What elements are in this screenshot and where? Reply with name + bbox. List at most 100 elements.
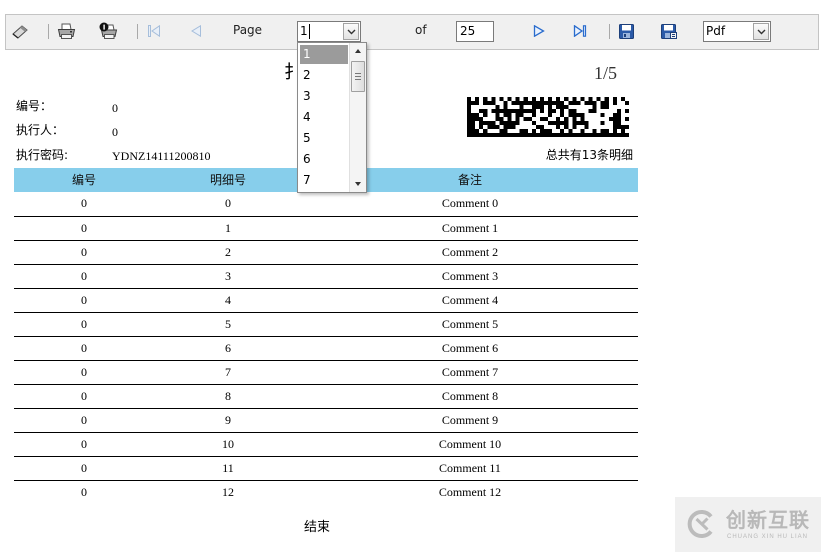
detail-number-cell: 12 [222, 485, 234, 499]
table-row: 0 0 Comment 0 [14, 192, 638, 216]
row-number-cell: 0 [81, 341, 87, 355]
page-option[interactable]: 5 [300, 129, 348, 148]
print-button[interactable] [57, 23, 76, 40]
barcode [467, 97, 629, 137]
row-number-cell: 0 [81, 437, 87, 451]
detail-number-cell: 2 [225, 245, 231, 259]
field-value-exec-code: YDNZ14111200810 [112, 149, 211, 163]
detail-number-cell: 10 [222, 437, 234, 451]
save-button[interactable] [619, 24, 634, 39]
page-select-dropdown: 1 2 3 4 5 6 7 [297, 42, 367, 193]
detail-count-summary: 总共有13条明细 [545, 148, 633, 162]
comment-cell: Comment 7 [441, 365, 499, 379]
row-number-cell: 0 [81, 269, 87, 283]
row-number-cell: 0 [81, 221, 87, 235]
header-number: 编号 [71, 173, 96, 187]
toolbar-separator [48, 24, 49, 39]
page-label: Page [233, 23, 263, 37]
edit-button[interactable] [11, 24, 29, 39]
watermark-subtitle: CHUANG XIN HU LIAN [727, 534, 809, 540]
detail-number-cell: 0 [225, 196, 231, 210]
last-page-button[interactable] [573, 25, 587, 37]
save-as-icon [661, 24, 677, 39]
comment-cell: Comment 8 [441, 389, 499, 403]
comment-cell: Comment 6 [441, 341, 499, 355]
next-page-icon [533, 25, 545, 37]
save-as-button[interactable] [661, 24, 677, 39]
detail-number-cell: 7 [225, 365, 231, 379]
detail-table-body: 0 0 Comment 0 0 1 Comment 1 0 2 Comment 2 0 3 Comme… [14, 192, 638, 504]
scrollbar-thumb[interactable] [351, 61, 365, 92]
table-row: 0 8 Comment 8 [14, 384, 638, 408]
row-number-cell: 0 [81, 485, 87, 499]
report-toolbar: Page 1 of 25 Pdf [5, 14, 819, 50]
next-page-button[interactable] [533, 25, 545, 37]
detail-number-cell: 5 [225, 317, 231, 331]
toolbar-separator [609, 24, 610, 39]
detail-number-cell: 6 [225, 341, 231, 355]
detail-number-cell: 1 [225, 221, 231, 235]
table-row: 0 10 Comment 10 [14, 432, 638, 456]
comment-cell: Comment 5 [441, 317, 499, 331]
page-option[interactable]: 1 [300, 45, 348, 64]
total-pages-value: 25 [460, 24, 476, 38]
comment-cell: Comment 2 [441, 245, 499, 259]
report-end-label: 结束 [303, 520, 330, 535]
previous-page-button[interactable] [190, 25, 202, 37]
page-option[interactable]: 2 [300, 66, 348, 85]
table-row: 0 1 Comment 1 [14, 216, 638, 240]
detail-number-cell: 9 [225, 413, 231, 427]
page-select-value: 1 [300, 24, 310, 39]
export-format-select[interactable]: Pdf [703, 21, 771, 42]
previous-page-icon [191, 25, 201, 37]
row-number-cell: 0 [81, 461, 87, 475]
field-value-executor: 0 [112, 125, 118, 139]
watermark-name: 创新互联 [726, 508, 810, 532]
comment-cell: Comment 4 [441, 293, 499, 307]
table-row: 0 4 Comment 4 [14, 288, 638, 312]
detail-number-cell: 3 [225, 269, 231, 283]
row-number-cell: 0 [81, 293, 87, 307]
of-label: of [415, 23, 427, 37]
page-select[interactable]: 1 [297, 21, 361, 42]
page-option[interactable]: 7 [300, 171, 348, 190]
table-row: 0 12 Comment 12 [14, 480, 638, 504]
page-select-arrow[interactable] [343, 23, 359, 40]
page-option[interactable]: 4 [300, 108, 348, 127]
detail-number-cell: 8 [225, 389, 231, 403]
comment-cell: Comment 0 [441, 196, 499, 210]
row-number-cell: 0 [81, 317, 87, 331]
table-row: 0 5 Comment 5 [14, 312, 638, 336]
row-number-cell: 0 [81, 413, 87, 427]
detail-table: 编号 明细号 备注 0 0 Comment 0 0 1 Comment 1 0 2 Commen… [14, 168, 638, 504]
row-number-cell: 0 [81, 245, 87, 259]
field-value-number: 0 [112, 101, 118, 115]
page-indicator: 1/5 [594, 63, 618, 83]
detail-number-cell: 4 [225, 293, 231, 307]
chevron-down-icon [757, 29, 765, 34]
total-pages-field: 25 [456, 21, 494, 42]
print-page-button[interactable] [99, 22, 118, 40]
first-page-button[interactable] [147, 25, 161, 37]
export-format-arrow[interactable] [753, 23, 769, 40]
printer-icon [57, 23, 76, 39]
toolbar-separator [137, 24, 138, 39]
print-page-icon [99, 22, 118, 39]
comment-cell: Comment 9 [441, 413, 499, 427]
table-row: 0 3 Comment 3 [14, 264, 638, 288]
scroll-down-button[interactable] [350, 177, 366, 191]
detail-number-cell: 11 [222, 461, 234, 475]
row-number-cell: 0 [81, 389, 87, 403]
page-option[interactable]: 3 [300, 87, 348, 106]
comment-cell: Comment 12 [438, 485, 502, 499]
watermark: 创新互联 CHUANG XIN HU LIAN [675, 497, 821, 552]
table-row: 0 6 Comment 6 [14, 336, 638, 360]
dropdown-scrollbar[interactable] [349, 43, 366, 192]
field-label-number: 编号： [16, 99, 53, 113]
field-label-exec-code: 执行密码: [16, 148, 69, 162]
triangle-down-icon [355, 182, 361, 186]
triangle-up-icon [355, 49, 361, 53]
table-row: 0 2 Comment 2 [14, 240, 638, 264]
scroll-up-button[interactable] [350, 44, 366, 58]
page-option[interactable]: 6 [300, 150, 348, 169]
